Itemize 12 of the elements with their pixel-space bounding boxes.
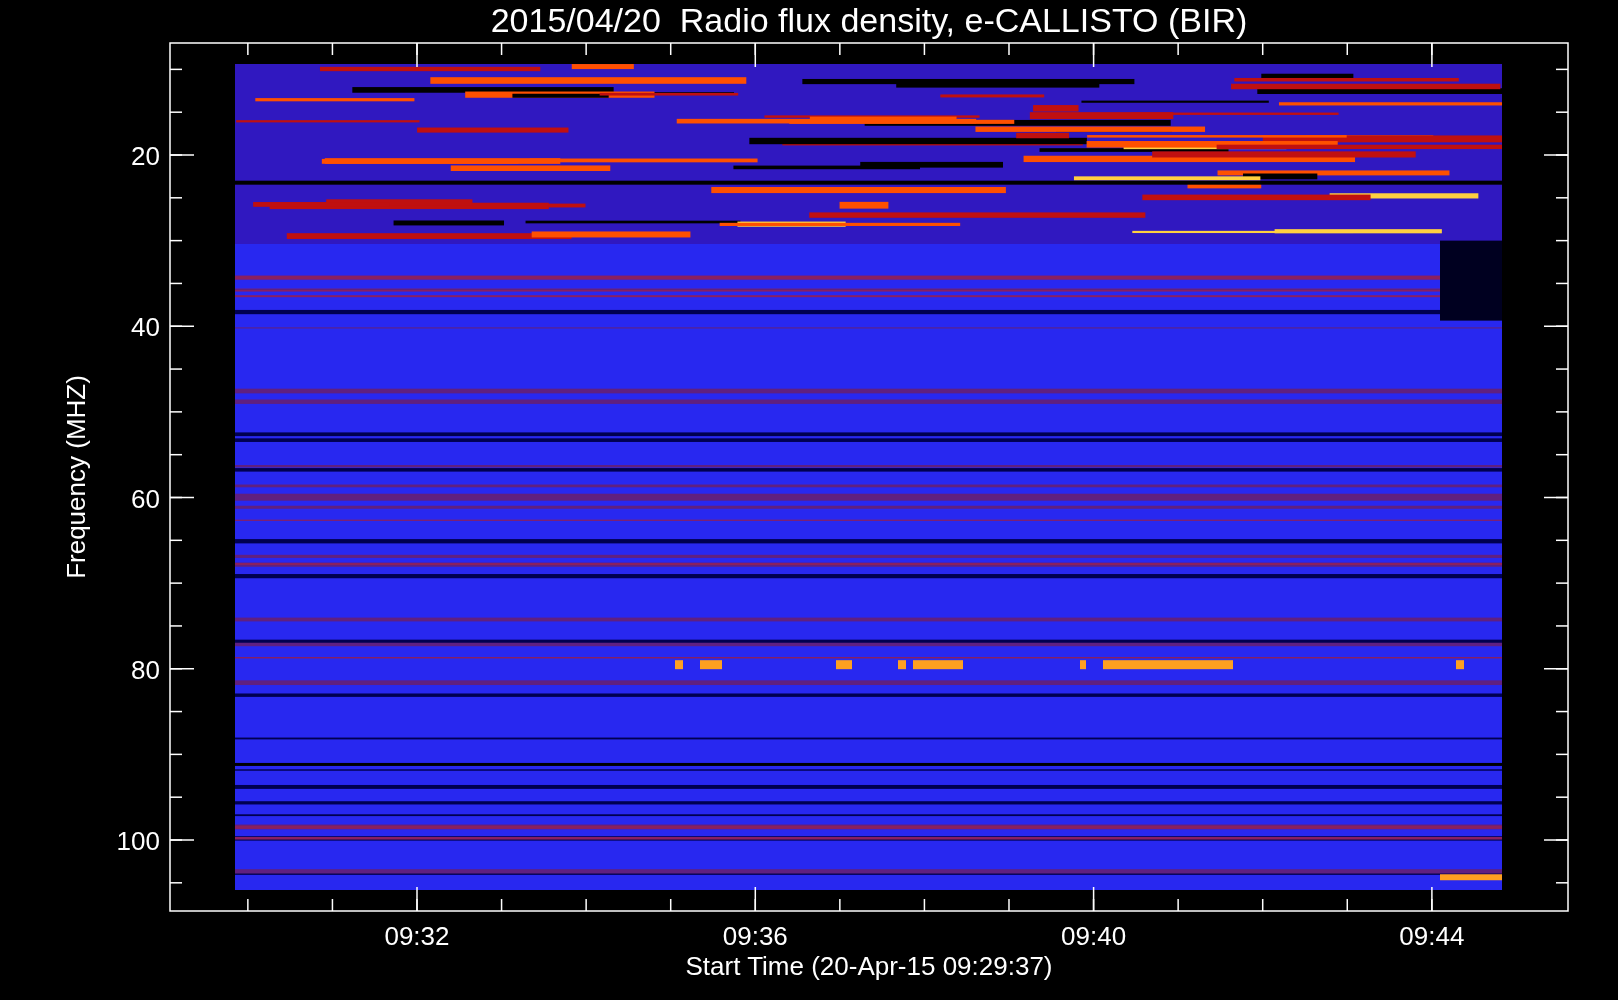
tick-label: 40 xyxy=(131,312,160,343)
tick-label: 20 xyxy=(131,141,160,171)
chart-title: 2015/04/20 Radio flux density, e-CALLISTO (BIR) xyxy=(490,1,1248,39)
axis-label: Frequency (MHZ) xyxy=(61,375,91,579)
tick-label: 100 xyxy=(116,826,160,856)
tick-label: 80 xyxy=(131,654,160,685)
tick-label: 09:40 xyxy=(1061,921,1127,951)
tick-label: 09:44 xyxy=(1399,921,1465,951)
tick-label: 60 xyxy=(131,483,160,514)
tick-label: 09:32 xyxy=(384,921,450,951)
tick-label: 09:36 xyxy=(722,921,788,951)
axis-label: Start Time (20-Apr-15 09:29:37) xyxy=(685,951,1053,981)
